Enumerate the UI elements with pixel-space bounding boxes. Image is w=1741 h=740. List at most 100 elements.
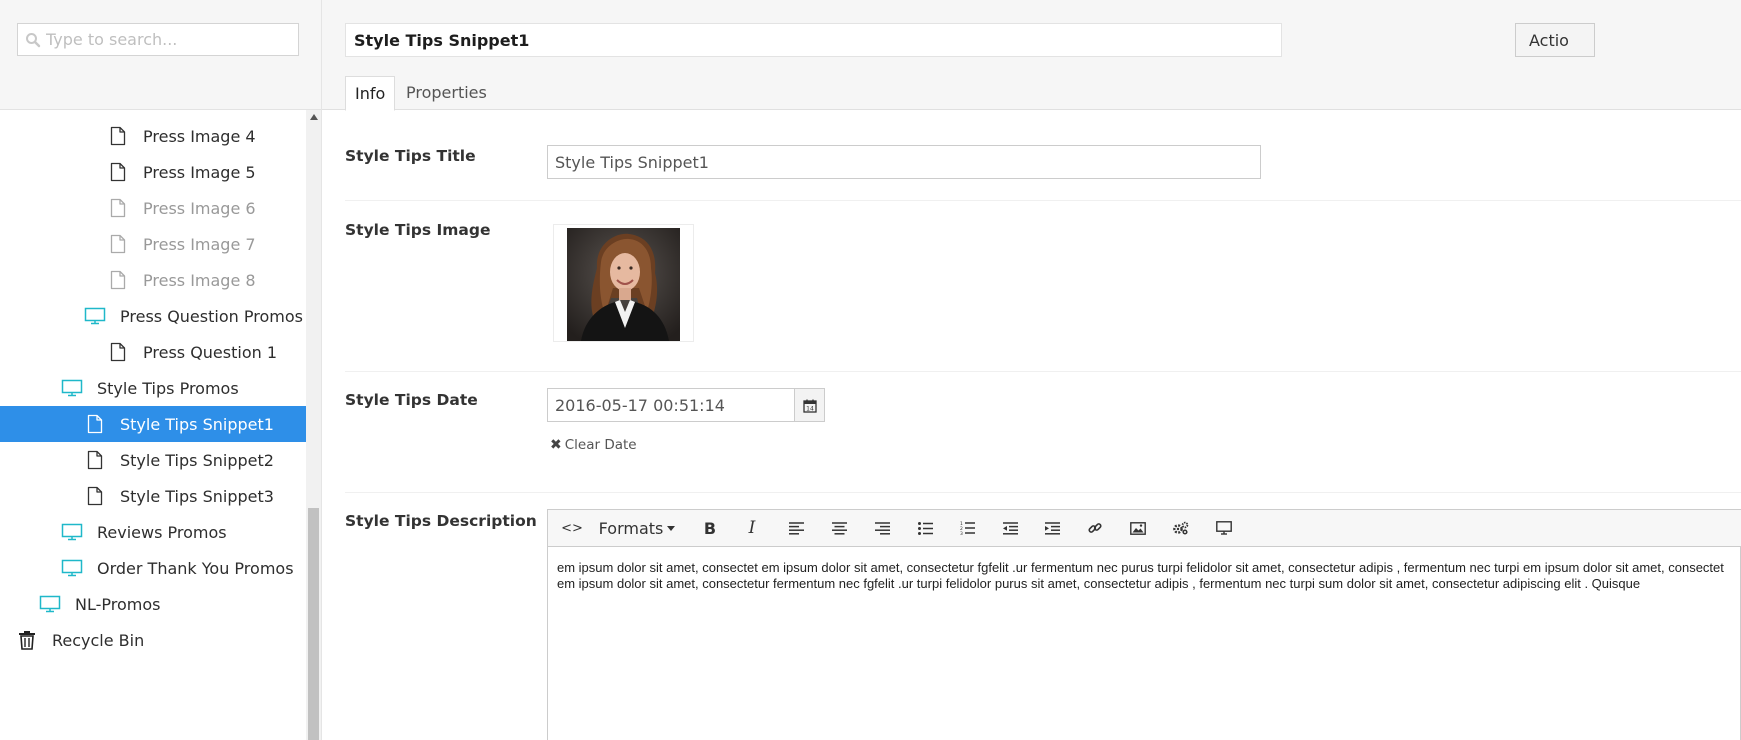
tree-item-press-image-8[interactable]: Press Image 8 xyxy=(0,262,306,298)
gears-icon xyxy=(1173,521,1189,535)
date-input[interactable] xyxy=(547,388,795,422)
document-icon xyxy=(107,270,129,290)
tree-item-label: Press Image 5 xyxy=(143,162,256,182)
clear-date-link[interactable]: ✖ Clear Date xyxy=(550,437,637,453)
divider xyxy=(345,371,1741,372)
document-icon xyxy=(107,126,129,146)
source-code-button[interactable]: <> xyxy=(561,514,583,542)
embed-button[interactable] xyxy=(1212,514,1236,542)
tree-header xyxy=(0,0,321,110)
tree-item-style-tips-snippet3[interactable]: Style Tips Snippet3 xyxy=(0,478,306,514)
tab-properties[interactable]: Properties xyxy=(397,76,496,111)
svg-text:14: 14 xyxy=(806,406,814,413)
search-input[interactable] xyxy=(46,24,294,55)
indent-button[interactable] xyxy=(1040,514,1064,542)
italic-button[interactable]: I xyxy=(740,514,764,542)
image-thumbnail[interactable] xyxy=(553,224,694,342)
tree-scrollbar[interactable] xyxy=(306,110,321,740)
tree-item-label: Press Image 6 xyxy=(143,198,256,218)
monitor-icon xyxy=(61,378,83,398)
scrollbar-thumb[interactable] xyxy=(308,508,319,740)
trash-icon xyxy=(16,630,38,650)
align-left-icon xyxy=(788,521,804,535)
tree-item-press-question-1[interactable]: Press Question 1 xyxy=(0,334,306,370)
link-icon xyxy=(1088,523,1102,533)
formats-label: Formats xyxy=(598,518,664,538)
caret-down-icon xyxy=(667,525,676,531)
divider xyxy=(345,200,1741,201)
outdent-icon xyxy=(1002,521,1018,535)
align-center-icon xyxy=(831,521,847,535)
tree-item-style-tips-snippet1[interactable]: Style Tips Snippet1 xyxy=(0,406,306,442)
search-box[interactable] xyxy=(17,23,299,56)
tree-item-order-thank-you-promos[interactable]: Order Thank You Promos xyxy=(0,550,306,586)
tree-item-press-question-promos[interactable]: Press Question Promos xyxy=(0,298,306,334)
align-right-button[interactable] xyxy=(870,514,894,542)
scroll-up-arrow-icon[interactable] xyxy=(310,114,318,120)
monitor-icon xyxy=(61,558,83,578)
image-property-label: Style Tips Image xyxy=(345,221,491,239)
close-icon: ✖ xyxy=(550,437,562,453)
document-icon xyxy=(84,486,106,506)
insert-image-button[interactable] xyxy=(1126,514,1150,542)
rich-text-editor[interactable]: <> Formats B I 123 em ipsum dolor sit am… xyxy=(547,509,1741,740)
svg-text:3: 3 xyxy=(960,531,963,535)
tab-info[interactable]: Info xyxy=(345,76,396,111)
description-property-label: Style Tips Description xyxy=(345,512,537,530)
formats-dropdown[interactable]: Formats xyxy=(594,514,680,542)
title-input[interactable] xyxy=(547,145,1261,179)
tree-item-nl-promos[interactable]: NL-Promos xyxy=(0,586,306,622)
bold-button[interactable]: B xyxy=(698,514,722,542)
tree-item-press-image-6[interactable]: Press Image 6 xyxy=(0,190,306,226)
document-icon xyxy=(107,198,129,218)
outdent-button[interactable] xyxy=(998,514,1022,542)
rte-toolbar: <> Formats B I 123 xyxy=(548,510,1741,547)
numbered-list-button[interactable]: 123 xyxy=(955,514,979,542)
actions-button[interactable]: Actio xyxy=(1515,23,1595,57)
monitor-icon xyxy=(84,306,106,326)
monitor-icon xyxy=(1216,521,1232,535)
tree-item-label: NL-Promos xyxy=(75,594,161,614)
tree-item-style-tips-promos[interactable]: Style Tips Promos xyxy=(0,370,306,406)
bullet-list-icon xyxy=(917,521,933,535)
tree-item-label: Press Image 8 xyxy=(143,270,256,290)
divider xyxy=(345,492,1741,493)
insert-macro-button[interactable] xyxy=(1169,514,1193,542)
document-icon xyxy=(107,234,129,254)
tree-item-style-tips-snippet2[interactable]: Style Tips Snippet2 xyxy=(0,442,306,478)
bullet-list-button[interactable] xyxy=(913,514,937,542)
tree-item-label: Press Image 7 xyxy=(143,234,256,254)
align-center-button[interactable] xyxy=(827,514,851,542)
tree-item-label: Style Tips Promos xyxy=(97,378,239,398)
tree-item-press-image-4[interactable]: Press Image 4 xyxy=(0,118,306,154)
insert-link-button[interactable] xyxy=(1083,514,1107,542)
tree-item-label: Press Question Promos xyxy=(120,306,303,326)
content-tree: Press Image 4 Press Image 5 Press Image … xyxy=(0,110,306,740)
date-picker-button[interactable]: 14 xyxy=(794,388,825,422)
tree-item-press-image-5[interactable]: Press Image 5 xyxy=(0,154,306,190)
editor-header: Actio Info Properties xyxy=(322,0,1741,111)
tree-item-label: Style Tips Snippet1 xyxy=(120,414,274,434)
document-icon xyxy=(107,342,129,362)
content-tree-panel: Press Image 4 Press Image 5 Press Image … xyxy=(0,0,322,740)
rte-content-area[interactable]: em ipsum dolor sit amet, consectet em ip… xyxy=(557,560,1737,591)
clear-date-label: Clear Date xyxy=(564,437,637,453)
tree-item-recycle-bin[interactable]: Recycle Bin xyxy=(0,622,306,658)
tree-item-reviews-promos[interactable]: Reviews Promos xyxy=(0,514,306,550)
node-name-input[interactable] xyxy=(345,23,1282,57)
tree-item-label: Recycle Bin xyxy=(52,630,145,650)
bold-icon: B xyxy=(703,518,717,538)
monitor-icon xyxy=(61,522,83,542)
indent-icon xyxy=(1044,521,1060,535)
italic-icon: I xyxy=(748,518,756,538)
document-icon xyxy=(84,414,106,434)
align-left-button[interactable] xyxy=(784,514,808,542)
tree-item-press-image-7[interactable]: Press Image 7 xyxy=(0,226,306,262)
search-icon xyxy=(25,32,41,48)
portrait-image xyxy=(567,228,680,341)
editor-body: Style Tips Title Style Tips Image xyxy=(322,111,1741,740)
date-property-label: Style Tips Date xyxy=(345,391,478,409)
numbered-list-icon: 123 xyxy=(960,521,975,535)
tree-item-label: Style Tips Snippet2 xyxy=(120,450,274,470)
document-icon xyxy=(84,450,106,470)
